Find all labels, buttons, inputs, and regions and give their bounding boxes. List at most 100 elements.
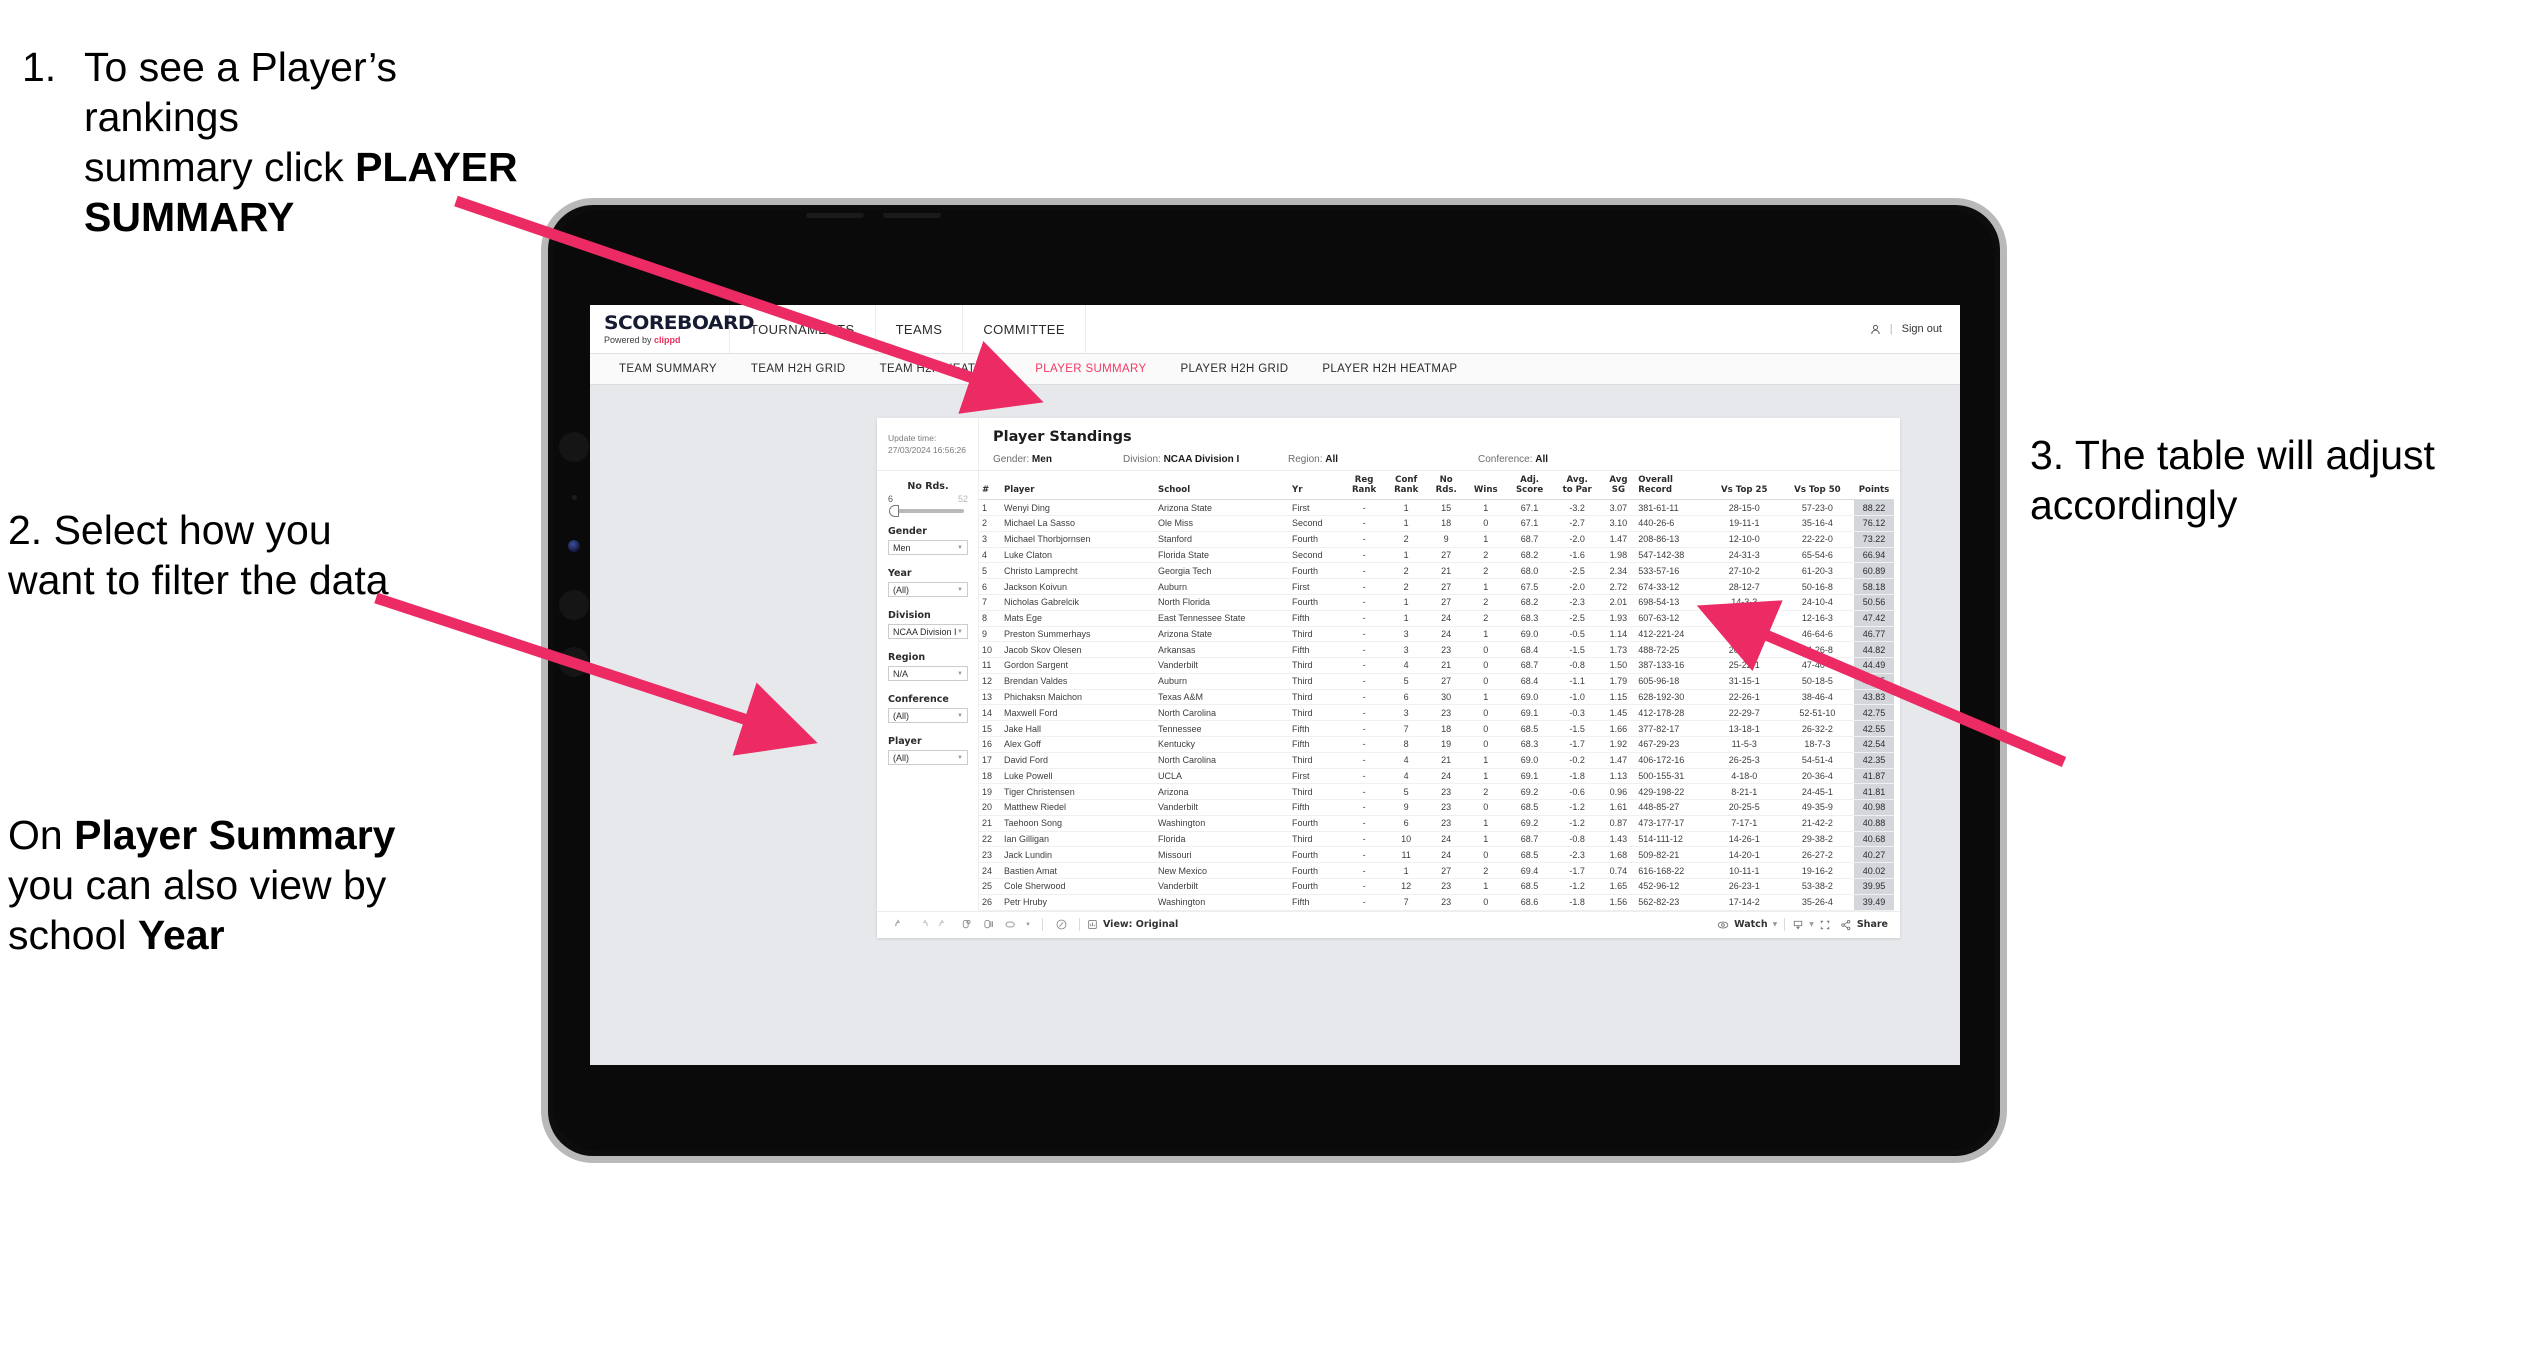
table-cell: 605-96-18 xyxy=(1635,673,1708,690)
filter-region-select[interactable]: N/A ▼ xyxy=(888,666,968,681)
table-row[interactable]: 15 Jake Hall Tennessee Fifth -7 18 0 68.5 -1.5 1.… xyxy=(979,720,1894,737)
table-row[interactable]: 14 Maxwell Ford North Carolina Third -3 23 0 69… xyxy=(979,704,1894,722)
table-cell: Missouri xyxy=(1155,846,1289,864)
table-cell: 3 xyxy=(1385,641,1428,659)
slider-handle[interactable] xyxy=(889,505,899,517)
tab-team-summary[interactable]: TEAM SUMMARY xyxy=(602,363,734,375)
redo-icon[interactable] xyxy=(911,918,933,931)
table-cell: Stanford xyxy=(1155,531,1289,548)
table-cell: 39.95 xyxy=(1854,878,1894,895)
table-cell: 488-72-25 xyxy=(1635,641,1708,659)
table-row[interactable]: 1 Wenyi Ding Arizona State First -1 15 1 67.1 -3… xyxy=(979,499,1894,517)
table-col-header[interactable]: Vs Top 25 xyxy=(1707,471,1781,501)
table-row[interactable]: 9 Preston Summerhays Arizona State Third -3 2… xyxy=(979,626,1894,643)
table-row[interactable]: 25 Cole Sherwood Vanderbilt Fourth -12 23 1 68.… xyxy=(979,878,1894,895)
table-cell: 6 xyxy=(1385,815,1428,832)
tab-team-h2h-grid[interactable]: TEAM H2H GRID xyxy=(734,363,863,375)
view-original-button[interactable]: View: Original xyxy=(1087,919,1178,930)
table-cell: 35-16-4 xyxy=(1780,515,1854,532)
tab-player-h2h-grid[interactable]: PLAYER H2H GRID xyxy=(1163,363,1305,375)
table-row[interactable]: 18 Luke Powell UCLA First -4 24 1 69.1 -1.8 1.13 5… xyxy=(979,768,1894,785)
table-row[interactable]: 10 Jacob Skov Olesen Arkansas Fifth -3 23 0 68.… xyxy=(979,641,1894,659)
pause-updates-icon[interactable] xyxy=(977,918,999,931)
app-logo[interactable]: SCOREBOARD Powered by clippd xyxy=(590,305,755,353)
table-cell: 42.54 xyxy=(1854,736,1894,753)
table-cell: 9 xyxy=(1427,531,1466,548)
meta-division-label: Division: xyxy=(1123,454,1164,465)
filter-year-select[interactable]: (All) ▼ xyxy=(888,582,968,597)
table-row[interactable]: 12 Brendan Valdes Auburn Third -5 27 0 68.4 -1.1… xyxy=(979,673,1894,690)
table-cell: 44-26-8 xyxy=(1780,641,1854,659)
nav-item-teams[interactable]: TEAMS xyxy=(876,305,964,353)
table-col-header[interactable]: Player xyxy=(1001,471,1155,501)
table-col-header[interactable]: Wins xyxy=(1465,471,1507,501)
highlight-icon[interactable] xyxy=(1050,918,1072,931)
filter-no-rounds-range: 6 52 xyxy=(888,494,968,504)
table-row[interactable]: 11 Gordon Sargent Vanderbilt Third -4 21 0 68.7… xyxy=(979,657,1894,674)
table-row[interactable]: 26 Petr Hruby Washington Fifth -7 23 0 68.6 -1.8… xyxy=(979,894,1894,911)
table-row[interactable]: 5 Christo Lamprecht Georgia Tech Fourth -2 21… xyxy=(979,562,1894,580)
no-rounds-slider[interactable] xyxy=(889,505,964,517)
table-row[interactable]: 22 Ian Gilligan Florida Third -10 24 1 68.7 -0.8… xyxy=(979,831,1894,848)
filter-conference-select[interactable]: (All) ▼ xyxy=(888,708,968,723)
table-col-header[interactable]: Avg. to Par xyxy=(1552,471,1602,501)
annotation-note-prefix: On xyxy=(8,812,75,858)
filter-region-value: N/A xyxy=(893,668,909,679)
table-row[interactable]: 4 Luke Claton Florida State Second -1 27 2 68.2… xyxy=(979,547,1894,564)
table-row[interactable]: 3 Michael Thorbjornsen Stanford Fourth -2 9 1 6… xyxy=(979,531,1894,548)
tab-player-h2h-heatmap[interactable]: PLAYER H2H HEATMAP xyxy=(1305,363,1474,375)
filter-player-select[interactable]: (All) ▼ xyxy=(888,750,968,765)
table-cell: 7-17-1 xyxy=(1707,815,1781,832)
table-row[interactable]: 20 Matthew Riedel Vanderbilt Fifth -9 23 0 68.5… xyxy=(979,799,1894,816)
table-col-header[interactable]: Avg SG xyxy=(1601,471,1636,501)
table-cell: 0.96 xyxy=(1601,783,1636,801)
table-col-header[interactable]: # xyxy=(979,471,1001,501)
logo-tagline-prefix: Powered by xyxy=(604,334,655,345)
table-row[interactable]: 8 Mats Ege East Tennessee State Fifth -1 24 2 6… xyxy=(979,610,1894,627)
table-row[interactable]: 2 Michael La Sasso Ole Miss Second -1 18 0 67.1… xyxy=(979,515,1894,532)
table-row[interactable]: 23 Jack Lundin Missouri Fourth -11 24 0 68.5 -2.… xyxy=(979,846,1894,864)
table-col-header[interactable]: Vs Top 50 xyxy=(1780,471,1854,501)
refresh-data-icon[interactable] xyxy=(955,918,977,931)
table-col-header[interactable]: School xyxy=(1155,471,1289,501)
table-row[interactable]: 19 Tiger Christensen Arizona Third -5 23 2 69.2… xyxy=(979,783,1894,801)
filter-gender-select[interactable]: Men ▼ xyxy=(888,540,968,555)
share-button[interactable]: Share xyxy=(1840,919,1888,931)
table-cell: 10 xyxy=(979,641,1001,659)
chevron-down-icon[interactable]: ▼ xyxy=(1021,922,1035,928)
sign-out-link[interactable]: Sign out xyxy=(1902,323,1942,335)
person-icon[interactable] xyxy=(1870,324,1881,335)
revert-icon[interactable] xyxy=(933,918,955,931)
table-row[interactable]: 7 Nicholas Gabrelcik North Florida Fourth -1… xyxy=(979,594,1894,611)
watch-button[interactable]: Watch ▼ xyxy=(1717,919,1777,931)
table-cell: Fourth xyxy=(1289,862,1343,879)
table-col-header[interactable]: No Rds. xyxy=(1427,471,1466,501)
download-button[interactable]: ▼ xyxy=(1792,919,1814,931)
table-col-header[interactable]: Points xyxy=(1854,471,1894,501)
table-row[interactable]: 6 Jackson Koivun Auburn First -2 27 1 67.5 -2.0 2… xyxy=(979,578,1894,595)
tab-team-h2h-heatmap[interactable]: TEAM H2H HEATMAP xyxy=(863,363,1019,375)
nav-item-committee[interactable]: COMMITTEE xyxy=(963,305,1086,353)
table-header-row: # Player School Yr Reg Rank Conf Rank No Rds. W… xyxy=(979,471,1894,501)
table-cell: 1.93 xyxy=(1601,610,1636,627)
table-cell: 2 xyxy=(1465,610,1507,627)
table-col-header[interactable]: Reg Rank xyxy=(1343,471,1386,501)
table-row[interactable]: 21 Taehoon Song Washington Fourth -6 23 1 69.2-… xyxy=(979,815,1894,832)
fullscreen-button[interactable] xyxy=(1814,919,1836,931)
table-col-header[interactable]: Conf Rank xyxy=(1385,471,1428,501)
rectangle-select-icon[interactable] xyxy=(999,918,1021,931)
table-cell: 1 xyxy=(1465,878,1507,895)
table-col-header[interactable]: Adj. Score xyxy=(1506,471,1553,501)
filter-division-select[interactable]: NCAA Division I ▼ xyxy=(888,624,968,639)
table-col-header[interactable]: Overall Record xyxy=(1635,471,1708,501)
table-row[interactable]: 13 Phichaksn Maichon Texas A&M Third -6 30 1 69… xyxy=(979,689,1894,706)
undo-icon[interactable] xyxy=(889,918,911,931)
tab-player-summary[interactable]: PLAYER SUMMARY xyxy=(1018,363,1163,375)
table-cell: 7 xyxy=(1385,894,1428,911)
table-row[interactable]: 17 David Ford North Carolina Third -4 21 1 69.0… xyxy=(979,752,1894,769)
table-col-header[interactable]: Yr xyxy=(1289,471,1343,501)
update-time-block: Update time: 27/03/2024 16:56:26 xyxy=(877,418,979,470)
table-row[interactable]: 16 Alex Goff Kentucky Fifth -8 19 0 68.3 -1.7 1.9… xyxy=(979,736,1894,753)
table-cell: -1.6 xyxy=(1552,547,1602,564)
table-row[interactable]: 24 Bastien Amat New Mexico Fourth -1 27 2 69.4-… xyxy=(979,862,1894,879)
